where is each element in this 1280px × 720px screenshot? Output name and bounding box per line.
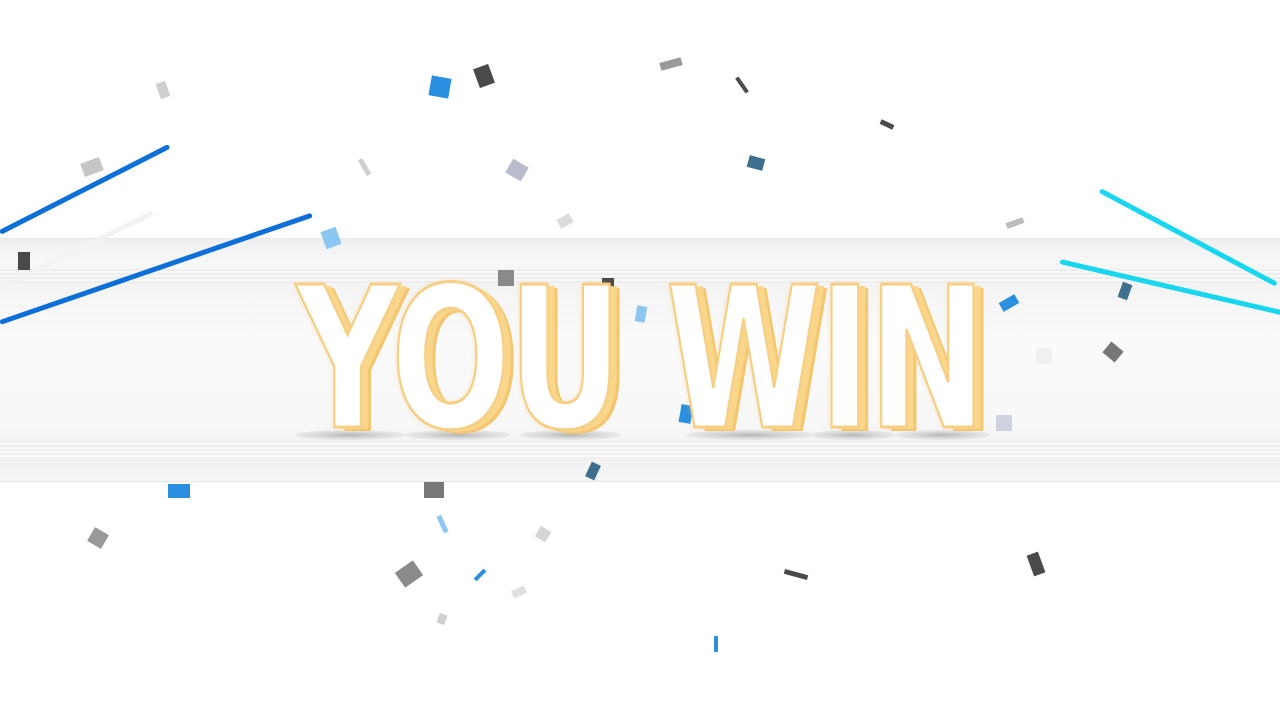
- confetti-piece: [714, 636, 718, 652]
- confetti-piece: [879, 119, 895, 130]
- confetti-piece: [659, 57, 683, 71]
- confetti-piece: [735, 76, 749, 94]
- confetti-piece: [424, 482, 444, 498]
- confetti-piece: [473, 568, 487, 582]
- confetti-piece: [556, 213, 574, 229]
- confetti-piece: [996, 415, 1012, 431]
- confetti-piece: [534, 525, 552, 543]
- confetti-piece: [1026, 551, 1046, 577]
- confetti-piece: [746, 155, 766, 171]
- confetti-piece: [436, 514, 449, 534]
- confetti-piece: [1036, 348, 1052, 364]
- confetti-piece: [505, 158, 529, 182]
- you-win-title: YOU WIN: [295, 246, 987, 474]
- confetti-piece: [168, 484, 190, 498]
- light-streak: [0, 144, 171, 235]
- confetti-piece: [155, 80, 171, 100]
- confetti-piece: [428, 75, 452, 99]
- confetti-piece: [1005, 217, 1025, 229]
- confetti-piece: [18, 252, 30, 270]
- confetti-piece: [783, 568, 809, 581]
- confetti-piece: [87, 527, 109, 549]
- confetti-piece: [80, 157, 104, 177]
- confetti-piece: [394, 560, 424, 588]
- confetti-piece: [473, 63, 495, 89]
- confetti-piece: [357, 157, 372, 177]
- confetti-piece: [436, 612, 448, 626]
- confetti-piece: [510, 585, 528, 599]
